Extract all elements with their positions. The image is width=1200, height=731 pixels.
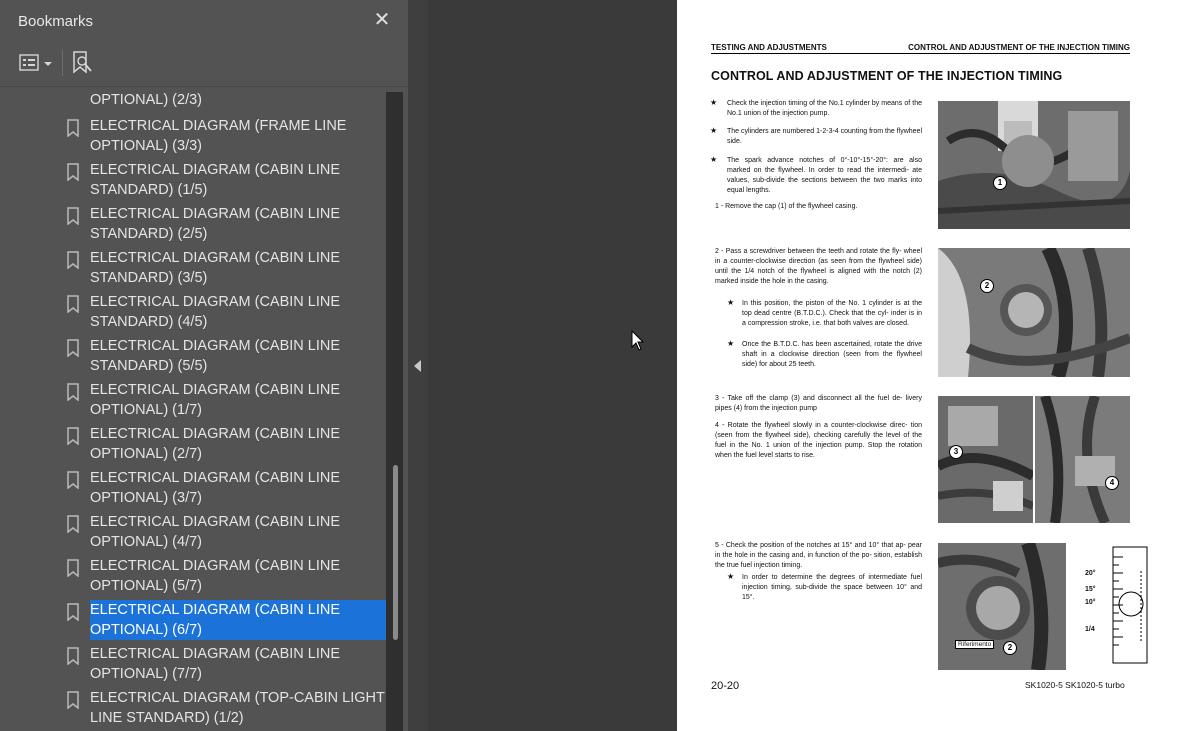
bookmark-item[interactable]: ELECTRICAL DIAGRAM (CABIN LINE OPTIONAL)…: [60, 512, 386, 556]
bookmark-label: ELECTRICAL DIAGRAM (TOP-CABIN LIGHT LINE…: [90, 690, 385, 726]
star-bullet: ★: [710, 155, 718, 164]
bookmark-icon: [67, 691, 79, 709]
timing-scale-diagram: 20° 15° 10° 1/4: [1083, 543, 1155, 667]
panel-divider: [0, 86, 408, 87]
flywheel-notch-photo: [938, 248, 1130, 377]
scale-label-20: 20°: [1085, 570, 1096, 577]
clamp-photo: [938, 396, 1033, 523]
step-2-note-1: In this position, the piston of the No. …: [742, 300, 922, 327]
bookmark-icon: [67, 251, 79, 269]
bookmark-label: ELECTRICAL DIAGRAM (CABIN LINE OPTIONAL)…: [90, 514, 341, 550]
step-4: 4 - Rotate the flywheel slowly in a coun…: [715, 422, 922, 459]
document-page: TESTING AND ADJUSTMENTS CONTROL AND ADJU…: [677, 0, 1200, 731]
note-2: The cylinders are numbered 1-2-3-4 count…: [727, 128, 922, 145]
bookmark-item[interactable]: ELECTRICAL DIAGRAM (CABIN LINE OPTIONAL)…: [60, 380, 386, 424]
bookmark-icon: [67, 119, 79, 137]
bookmark-icon: [67, 603, 79, 621]
scale-label-10: 10°: [1085, 599, 1096, 606]
bookmark-label: OPTIONAL) (2/3): [90, 92, 202, 108]
bookmark-item[interactable]: ELECTRICAL DIAGRAM (CABIN LINE STANDARD)…: [60, 248, 386, 292]
callout-2-reference: 2: [1003, 641, 1017, 655]
bookmark-label: ELECTRICAL DIAGRAM (CABIN LINE OPTIONAL)…: [90, 470, 341, 506]
bookmark-icon: [67, 559, 79, 577]
header-rule: [711, 53, 1130, 54]
note-3: The spark advance notches of 0°-10°-15°-…: [727, 157, 922, 194]
callout-4: 4: [1105, 476, 1119, 490]
callout-1: 1: [993, 176, 1007, 190]
bookmark-item[interactable]: ELECTRICAL DIAGRAM (CABIN LINE STANDARD)…: [60, 336, 386, 380]
bookmark-icon: [67, 207, 79, 225]
bookmark-item[interactable]: ELECTRICAL DIAGRAM (CABIN LINE STANDARD)…: [60, 204, 386, 248]
bookmark-options-icon: [19, 54, 52, 71]
mouse-cursor-icon: [631, 330, 645, 351]
step-2: 2 - Pass a screwdriver between the teeth…: [715, 248, 922, 285]
scale-label-15: 15°: [1085, 586, 1096, 593]
new-bookmark-button[interactable]: [70, 50, 94, 76]
bookmark-item[interactable]: ELECTRICAL DIAGRAM (CABIN LINE STANDARD)…: [60, 160, 386, 204]
reference-label: Riferimento: [955, 640, 995, 649]
bookmark-label: ELECTRICAL DIAGRAM (FRAME LINE OPTIONAL)…: [90, 118, 347, 154]
star-bullet: ★: [727, 339, 735, 348]
bookmark-icon: [67, 471, 79, 489]
bookmarks-panel: Bookmarks ✕ OPTIONAL) (2/3) ELECTRICAL DI…: [0, 0, 408, 731]
step-5: 5 - Check the position of the notches at…: [715, 542, 922, 569]
bookmark-options-button[interactable]: [18, 52, 58, 74]
bookmark-label: ELECTRICAL DIAGRAM (CABIN LINE OPTIONAL)…: [90, 426, 341, 462]
bookmark-icon: [67, 295, 79, 313]
bookmark-label: ELECTRICAL DIAGRAM (CABIN LINE OPTIONAL)…: [90, 558, 341, 594]
bookmark-icon: [67, 515, 79, 533]
star-bullet: ★: [710, 98, 718, 107]
bookmark-icon: [67, 383, 79, 401]
star-bullet: ★: [727, 298, 735, 307]
bookmark-item[interactable]: ELECTRICAL DIAGRAM (CABIN LINE OPTIONAL)…: [60, 424, 386, 468]
bookmark-label: ELECTRICAL DIAGRAM (CABIN LINE STANDARD)…: [90, 338, 341, 374]
bookmark-icon: [67, 163, 79, 181]
page-header-right: CONTROL AND ADJUSTMENT OF THE INJECTION …: [908, 43, 1130, 52]
bookmark-icon: [67, 339, 79, 357]
star-bullet: ★: [727, 572, 735, 581]
step-1: 1 - Remove the cap (1) of the flywheel c…: [715, 203, 858, 210]
panel-title: Bookmarks: [18, 13, 94, 30]
bookmark-label: ELECTRICAL DIAGRAM (CABIN LINE STANDARD)…: [90, 250, 341, 286]
page-header-left: TESTING AND ADJUSTMENTS: [711, 43, 827, 52]
page-number: 20-20: [711, 680, 740, 692]
bookmark-item[interactable]: ELECTRICAL DIAGRAM (CABIN LINE OPTIONAL)…: [60, 600, 386, 644]
close-icon[interactable]: ✕: [372, 10, 392, 30]
bookmark-item[interactable]: ELECTRICAL DIAGRAM (FRAME LINE OPTIONAL)…: [60, 116, 386, 160]
step-2-note-2: Once the B.T.D.C. has been ascertained, …: [742, 341, 922, 368]
scrollbar-thumb[interactable]: [393, 465, 398, 640]
bookmark-label: ELECTRICAL DIAGRAM (CABIN LINE OPTIONAL)…: [90, 382, 341, 418]
new-bookmark-icon: [73, 51, 92, 74]
bookmark-icon: [67, 427, 79, 445]
collapse-panel-icon[interactable]: [414, 360, 421, 372]
bookmark-label: ELECTRICAL DIAGRAM (CABIN LINE STANDARD)…: [90, 162, 341, 198]
flywheel-cap-photo: [938, 101, 1130, 229]
bookmark-item[interactable]: ELECTRICAL DIAGRAM (CABIN LINE STANDARD)…: [60, 292, 386, 336]
page-title: CONTROL AND ADJUSTMENT OF THE INJECTION …: [711, 69, 1063, 83]
step-5-note: In order to determine the degrees of int…: [742, 574, 922, 601]
toolbar-separator: [62, 50, 63, 76]
bookmark-icon: [67, 647, 79, 665]
step-3: 3 - Take off the clamp (3) and disconnec…: [715, 395, 922, 412]
bookmark-label: ELECTRICAL DIAGRAM (CABIN LINE STANDARD)…: [90, 206, 341, 242]
timing-notch-photo: [938, 543, 1066, 670]
bookmark-label: ELECTRICAL DIAGRAM (CABIN LINE STANDARD)…: [90, 294, 341, 330]
bookmark-item[interactable]: ELECTRICAL DIAGRAM (CABIN LINE OPTIONAL)…: [60, 556, 386, 600]
callout-3: 3: [949, 445, 963, 459]
fuel-pipes-photo: [1035, 396, 1130, 523]
callout-2: 2: [980, 279, 994, 293]
scale-label-quarter: 1/4: [1085, 626, 1095, 633]
note-1: Check the injection timing of the No.1 c…: [727, 100, 922, 117]
bookmark-label: ELECTRICAL DIAGRAM (CABIN LINE OPTIONAL)…: [90, 600, 386, 640]
page-footer-model: SK1020-5 SK1020-5 turbo: [1025, 680, 1125, 690]
bookmark-item[interactable]: ELECTRICAL DIAGRAM (TOP-CABIN LIGHT LINE…: [60, 688, 386, 731]
bookmark-item[interactable]: ELECTRICAL DIAGRAM (CABIN LINE OPTIONAL)…: [60, 644, 386, 688]
star-bullet: ★: [710, 126, 718, 135]
bookmark-item[interactable]: ELECTRICAL DIAGRAM (CABIN LINE OPTIONAL)…: [60, 468, 386, 512]
bookmark-list[interactable]: OPTIONAL) (2/3) ELECTRICAL DIAGRAM (FRAME…: [0, 88, 386, 731]
bookmark-label: ELECTRICAL DIAGRAM (CABIN LINE OPTIONAL)…: [90, 646, 341, 682]
